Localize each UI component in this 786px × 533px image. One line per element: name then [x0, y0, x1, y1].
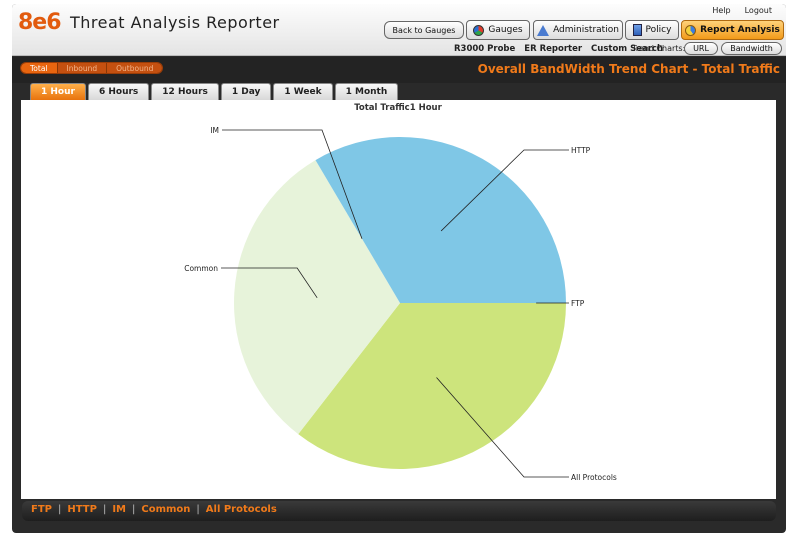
tab-1-month[interactable]: 1 Month: [334, 83, 399, 100]
separator: |: [57, 504, 62, 515]
nav-gauges-label: Gauges: [488, 25, 523, 35]
separator: |: [102, 504, 107, 515]
chart-heading: Overall BandWidth Trend Chart - Total Tr…: [477, 62, 780, 76]
protocol-links: FTP | HTTP | IM | Common | All Protocols: [31, 504, 277, 515]
nav-report-analysis-label: Report Analysis: [700, 25, 780, 35]
pie-chart: Total Traffic1 Hour FTP All Protocols Comm…: [184, 103, 617, 482]
slice-label-ftp: FTP: [571, 299, 585, 308]
nav-administration-button[interactable]: Administration: [533, 20, 623, 40]
brand-logo: 8e6: [18, 10, 62, 35]
tab-1-day[interactable]: 1 Day: [220, 83, 272, 100]
tab-12-hours[interactable]: 12 Hours: [151, 83, 219, 100]
app-window: 8e6 Threat Analysis Reporter Help Logout…: [12, 4, 786, 533]
report-icon: [685, 24, 697, 36]
subnav-r3000-probe[interactable]: R3000 Probe: [454, 44, 515, 54]
pie-slices: [233, 137, 566, 469]
nav-policy-button[interactable]: Policy: [625, 20, 679, 40]
trend-charts-label: Trend Charts:: [632, 44, 686, 53]
app-title: Threat Analysis Reporter: [70, 13, 280, 32]
slice-label-common: Common: [184, 264, 218, 273]
separator: |: [196, 504, 200, 515]
tab-total[interactable]: Total: [21, 63, 58, 73]
chart-toolbar: Total Inbound Outbound Overall BandWidth…: [12, 57, 786, 83]
nav-policy-label: Policy: [645, 25, 672, 35]
chart-panel: Total Traffic1 Hour FTP All Protocols Comm…: [21, 100, 776, 499]
slice-label-http: HTTP: [571, 146, 591, 155]
slice-label-all-protocols: All Protocols: [571, 473, 617, 482]
protocol-link-all-protocols[interactable]: All Protocols: [206, 504, 277, 515]
nav-report-analysis-button[interactable]: Report Analysis: [681, 20, 784, 40]
slice-label-im: IM: [210, 126, 219, 135]
tab-6-hours[interactable]: 6 Hours: [87, 83, 150, 100]
trend-bandwidth-button[interactable]: Bandwidth: [721, 42, 782, 55]
time-range-tabs: 1 Hour 6 Hours 12 Hours 1 Day 1 Week 1 M…: [30, 83, 399, 100]
protocol-link-ftp[interactable]: FTP: [31, 504, 52, 515]
separator: |: [131, 504, 136, 515]
back-to-gauges-button[interactable]: Back to Gauges: [384, 21, 464, 39]
policy-icon: [632, 24, 642, 36]
back-to-gauges-label: Back to Gauges: [392, 25, 456, 35]
trend-url-button[interactable]: URL: [684, 42, 718, 55]
protocol-link-common[interactable]: Common: [141, 504, 190, 515]
nav-gauges-button[interactable]: Gauges: [466, 20, 530, 40]
chart-title: Total Traffic1 Hour: [354, 103, 442, 113]
nav-administration-label: Administration: [553, 25, 619, 35]
help-link[interactable]: Help: [712, 6, 730, 15]
utility-links: Help Logout: [712, 6, 772, 15]
logout-link[interactable]: Logout: [745, 6, 772, 15]
app-header: 8e6 Threat Analysis Reporter Help Logout…: [12, 4, 786, 56]
tab-inbound[interactable]: Inbound: [57, 63, 108, 73]
tab-outbound[interactable]: Outbound: [107, 63, 163, 73]
admin-icon: [537, 24, 550, 36]
protocol-link-im[interactable]: IM: [112, 504, 126, 515]
direction-tabs: Total Inbound Outbound: [20, 62, 164, 74]
protocol-legend-bar: FTP | HTTP | IM | Common | All Protocols: [22, 501, 776, 521]
tab-1-hour[interactable]: 1 Hour: [30, 83, 86, 100]
tab-1-week[interactable]: 1 Week: [273, 83, 333, 100]
trend-url-label: URL: [693, 44, 709, 53]
protocol-link-http[interactable]: HTTP: [67, 504, 97, 515]
subnav-er-reporter[interactable]: ER Reporter: [524, 44, 582, 54]
trend-bandwidth-label: Bandwidth: [730, 44, 773, 53]
gauge-icon: [473, 24, 485, 36]
